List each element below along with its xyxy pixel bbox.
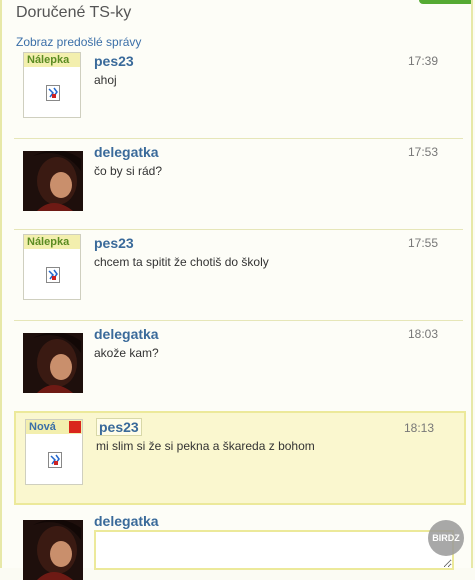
sticker-label: Nálepka: [24, 53, 80, 67]
divider: [14, 320, 463, 321]
avatar[interactable]: [23, 333, 83, 393]
message-author[interactable]: pes23: [94, 53, 134, 69]
message-text: mi slim si že si pekna a škareda z bohom: [96, 439, 315, 453]
message-text: chcem ta spitit že chotiš do školy: [94, 255, 269, 269]
message-item-new: Nová pes23 18:13 mi slim si že si pekna …: [14, 411, 466, 505]
message-author[interactable]: delegatka: [94, 144, 159, 160]
divider: [14, 229, 463, 230]
avatar-photo: [23, 333, 83, 393]
show-previous-messages-link[interactable]: Zobraz predošlé správy: [16, 35, 141, 49]
message-text: čo by si rád?: [94, 164, 163, 178]
message-author[interactable]: delegatka: [94, 513, 159, 529]
message-item: delegatka 18:03 akože kam?: [14, 325, 466, 411]
new-label-text: Nová: [29, 421, 56, 433]
message-author[interactable]: pes23: [94, 235, 134, 251]
sticker-thumbnail[interactable]: Nálepka: [23, 52, 81, 118]
divider: [14, 138, 463, 139]
avatar[interactable]: [23, 151, 83, 211]
message-time: 17:39: [407, 54, 438, 68]
broken-image-icon: [46, 85, 60, 101]
new-flag-icon: [69, 421, 81, 433]
reply-textarea[interactable]: [94, 530, 454, 570]
sticker-thumbnail[interactable]: Nálepka: [23, 234, 81, 300]
message-author[interactable]: pes23: [96, 418, 142, 436]
broken-image-icon: [46, 267, 60, 283]
message-item: Nálepka pes23 17:39 ahoj: [14, 52, 466, 138]
broken-image-icon: [48, 452, 62, 468]
panel-title: Doručené TS-ky: [16, 4, 132, 21]
message-time: 18:13: [403, 421, 434, 435]
avatar-photo: [23, 151, 83, 211]
message-text: akože kam?: [94, 346, 159, 360]
message-time: 17:53: [407, 145, 438, 159]
message-item: delegatka 17:53 čo by si rád?: [14, 143, 466, 229]
panel-corner-accent: [419, 0, 471, 4]
message-time: 17:55: [407, 236, 438, 250]
message-text: ahoj: [94, 73, 117, 87]
message-time: 18:03: [407, 327, 438, 341]
message-item: Nálepka pes23 17:55 chcem ta spitit že c…: [14, 234, 466, 320]
message-author[interactable]: delegatka: [94, 326, 159, 342]
birdz-watermark: BIRDZ: [428, 520, 464, 556]
avatar[interactable]: [23, 520, 83, 580]
new-label: Nová: [26, 420, 82, 434]
sticker-thumbnail[interactable]: Nová: [25, 419, 83, 485]
sticker-label: Nálepka: [24, 235, 80, 249]
avatar-photo: [23, 520, 83, 580]
messages-panel: Doručené TS-ky Zobraz predošlé správy Ná…: [0, 0, 473, 580]
